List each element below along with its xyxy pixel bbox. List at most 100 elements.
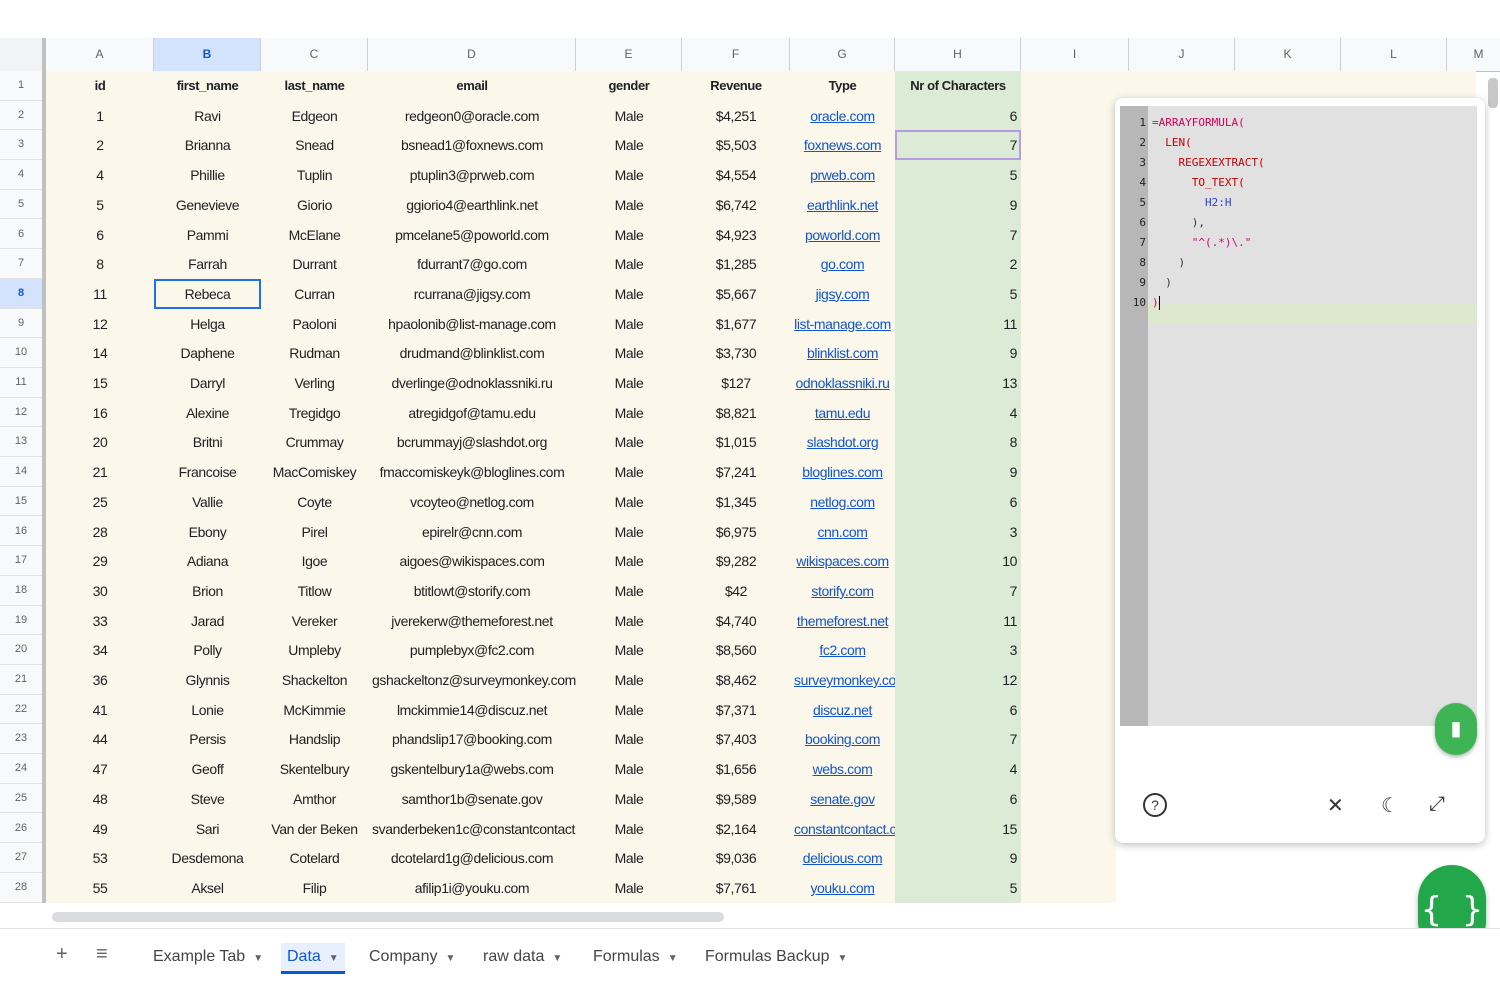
cell-revenue[interactable]: $1,656 bbox=[682, 754, 790, 785]
cell-revenue[interactable]: $9,282 bbox=[682, 546, 790, 577]
cell-nr-of-characters[interactable]: 4 bbox=[895, 754, 1021, 785]
cell-type[interactable]: tamu.edu bbox=[790, 397, 895, 428]
cell-gender[interactable]: Male bbox=[576, 813, 682, 844]
column-header-i[interactable]: I bbox=[1021, 38, 1129, 71]
cell-gender[interactable]: Male bbox=[576, 338, 682, 369]
cell-last-name[interactable]: Shackelton bbox=[261, 665, 368, 695]
cell-last-name[interactable]: Durrant bbox=[261, 249, 368, 280]
cell-id[interactable]: 48 bbox=[46, 783, 154, 814]
cell-type[interactable]: netlog.com bbox=[790, 486, 895, 517]
cell-revenue[interactable]: $1,345 bbox=[682, 486, 790, 517]
cell-first-name[interactable]: Polly bbox=[154, 635, 261, 666]
cell-gender[interactable]: Male bbox=[576, 486, 682, 517]
cell-last-name[interactable]: Tuplin bbox=[261, 160, 368, 191]
cell-gender[interactable]: Male bbox=[576, 694, 682, 725]
empty-cells[interactable] bbox=[1021, 694, 1116, 725]
cell-revenue[interactable]: $7,241 bbox=[682, 457, 790, 488]
empty-cells[interactable] bbox=[1021, 219, 1116, 250]
column-header-d[interactable]: D bbox=[368, 38, 576, 71]
chevron-down-icon[interactable]: ▼ bbox=[253, 953, 263, 964]
cell-email[interactable]: fdurrant7@go.com bbox=[368, 249, 576, 280]
cell-gender[interactable]: Male bbox=[576, 427, 682, 458]
cell-nr-of-characters[interactable]: 5 bbox=[895, 160, 1021, 191]
cell-nr-of-characters[interactable]: 7 bbox=[895, 575, 1021, 606]
empty-cells[interactable] bbox=[1021, 308, 1116, 339]
cell-nr-of-characters[interactable]: 11 bbox=[895, 308, 1021, 339]
cell-last-name[interactable]: Van der Beken bbox=[261, 813, 368, 844]
column-header-m[interactable]: M bbox=[1447, 38, 1500, 71]
cell-gender[interactable]: Male bbox=[576, 249, 682, 280]
cell-first-name[interactable]: Ravi bbox=[154, 100, 261, 131]
cell-gender[interactable]: Male bbox=[576, 516, 682, 547]
cell-first-name[interactable]: Pammi bbox=[154, 219, 261, 250]
cell-id[interactable]: 30 bbox=[46, 575, 154, 606]
cell-last-name[interactable]: Amthor bbox=[261, 783, 368, 814]
vertical-scrollbar[interactable] bbox=[1488, 78, 1498, 108]
cell-nr-of-characters[interactable]: 5 bbox=[895, 872, 1021, 903]
cell-first-name[interactable]: Ebony bbox=[154, 516, 261, 547]
cell-revenue[interactable]: $8,560 bbox=[682, 635, 790, 666]
row-header-4[interactable]: 4 bbox=[0, 160, 42, 190]
cell-gender[interactable]: Male bbox=[576, 368, 682, 398]
empty-cells[interactable] bbox=[1021, 605, 1116, 636]
empty-cells[interactable] bbox=[1021, 872, 1116, 903]
horizontal-scrollbar[interactable] bbox=[52, 912, 724, 922]
cell-email[interactable]: samthor1b@senate.gov bbox=[368, 783, 576, 814]
cell-last-name[interactable]: Verling bbox=[261, 368, 368, 398]
cell-gender[interactable]: Male bbox=[576, 457, 682, 488]
empty-cells[interactable] bbox=[1021, 100, 1116, 131]
cell-first-name[interactable]: Adiana bbox=[154, 546, 261, 577]
code-line[interactable]: LEN( bbox=[1152, 136, 1192, 149]
type-link[interactable]: blinklist.com bbox=[807, 345, 878, 361]
cell-first-name[interactable]: Desdemona bbox=[154, 843, 261, 874]
row-header-11[interactable]: 11 bbox=[0, 368, 42, 398]
cell-first-name[interactable]: Brianna bbox=[154, 130, 261, 161]
empty-cells[interactable] bbox=[1021, 783, 1116, 814]
cell-nr-of-characters[interactable]: 6 bbox=[895, 694, 1021, 725]
type-link[interactable]: prweb.com bbox=[810, 167, 875, 183]
cell-nr-of-characters[interactable]: 12 bbox=[895, 665, 1021, 695]
type-link[interactable]: senate.gov bbox=[810, 791, 875, 807]
cell-id[interactable]: 21 bbox=[46, 457, 154, 488]
cell-email[interactable]: svanderbeken1c@constantcontact.com bbox=[368, 813, 576, 844]
sheet-tab[interactable]: Formulas ▼ bbox=[587, 943, 684, 971]
select-all-corner[interactable] bbox=[0, 38, 46, 71]
header-last-name[interactable]: last_name bbox=[261, 71, 368, 101]
cell-email[interactable]: drudmand@blinklist.com bbox=[368, 338, 576, 369]
cell-id[interactable]: 15 bbox=[46, 368, 154, 398]
cell-email[interactable]: aigoes@wikispaces.com bbox=[368, 546, 576, 577]
cell-gender[interactable]: Male bbox=[576, 872, 682, 903]
code-line[interactable]: ), bbox=[1152, 216, 1205, 229]
cell-gender[interactable]: Male bbox=[576, 665, 682, 695]
cell-first-name[interactable]: Vallie bbox=[154, 486, 261, 517]
cell-type[interactable]: booking.com bbox=[790, 724, 895, 755]
cell-email[interactable]: ggiorio4@earthlink.net bbox=[368, 189, 576, 220]
code-editor[interactable]: 1 =ARRAYFORMULA(2 LEN(3 REGEXEXTRACT(4 TO… bbox=[1120, 106, 1477, 726]
cell-type[interactable]: poworld.com bbox=[790, 219, 895, 250]
cell-nr-of-characters[interactable]: 7 bbox=[895, 219, 1021, 250]
cell-id[interactable]: 25 bbox=[46, 486, 154, 517]
cell-email[interactable]: afilip1i@youku.com bbox=[368, 872, 576, 903]
column-header-j[interactable]: J bbox=[1129, 38, 1235, 71]
cell-nr-of-characters[interactable]: 10 bbox=[895, 546, 1021, 577]
empty-cells[interactable] bbox=[1021, 368, 1116, 398]
sheet-tab[interactable]: Company ▼ bbox=[363, 943, 461, 971]
cell-revenue[interactable]: $4,740 bbox=[682, 605, 790, 636]
row-header-17[interactable]: 17 bbox=[0, 546, 42, 576]
cell-type[interactable]: blinklist.com bbox=[790, 338, 895, 369]
row-header-2[interactable]: 2 bbox=[0, 101, 42, 131]
type-link[interactable]: booking.com bbox=[805, 731, 880, 747]
type-link[interactable]: poworld.com bbox=[805, 227, 880, 243]
cell-first-name[interactable]: Lonie bbox=[154, 694, 261, 725]
row-header-26[interactable]: 26 bbox=[0, 814, 42, 844]
cell-type[interactable]: jigsy.com bbox=[790, 278, 895, 309]
cell-last-name[interactable]: Umpleby bbox=[261, 635, 368, 666]
type-link[interactable]: oracle.com bbox=[810, 108, 875, 124]
type-link[interactable]: cnn.com bbox=[817, 524, 868, 540]
cell-first-name[interactable]: Sari bbox=[154, 813, 261, 844]
cell-id[interactable]: 11 bbox=[46, 278, 154, 309]
cell-first-name[interactable]: Genevieve bbox=[154, 189, 261, 220]
type-link[interactable]: constantcontact.com bbox=[794, 821, 895, 837]
type-link[interactable]: slashdot.org bbox=[807, 434, 879, 450]
row-header-19[interactable]: 19 bbox=[0, 606, 42, 636]
